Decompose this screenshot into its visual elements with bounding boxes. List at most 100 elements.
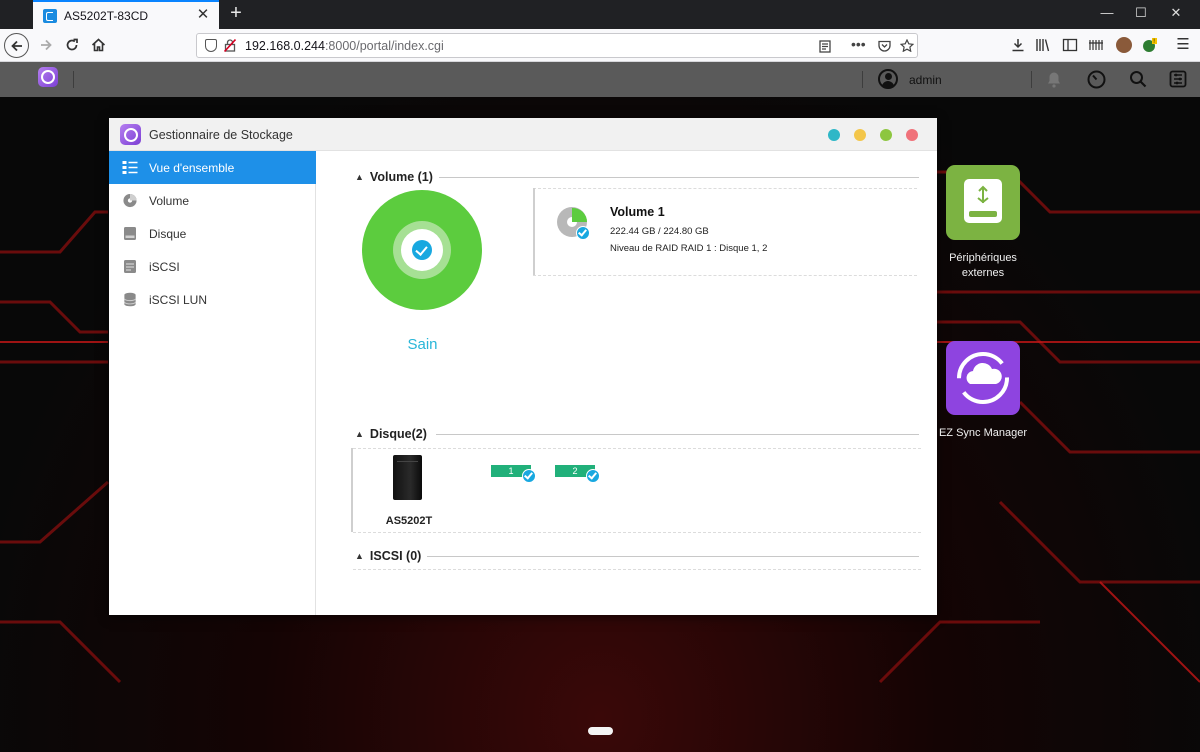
volume-name: Volume 1 (610, 205, 665, 219)
nas-device-icon (393, 455, 422, 500)
app-launcher-button[interactable] (38, 67, 58, 87)
url-path: :8000/portal/index.cgi (324, 38, 444, 53)
minimize-button[interactable] (854, 129, 866, 141)
section-divider (427, 556, 919, 557)
minimize-window-button[interactable]: — (1097, 5, 1117, 20)
divider (73, 71, 74, 88)
bell-icon (1048, 72, 1060, 88)
username-label[interactable]: admin (909, 73, 942, 87)
browser-tab-bar: AS5202T-83CD ✕ + — ☐ ✕ (0, 0, 1200, 29)
bookmark-star-icon[interactable] (900, 39, 914, 52)
forward-button[interactable] (34, 33, 58, 57)
card-border (533, 275, 917, 276)
tab-title: AS5202T-83CD (64, 8, 149, 23)
disk-slot-1[interactable]: 1 (491, 465, 536, 483)
storage-sidebar: Vue d'ensemble Volume Disque iSCSI iSCSI… (109, 151, 316, 615)
sidebar-item-iscsi[interactable]: iSCSI (109, 250, 316, 283)
section-title: Volume (1) (369, 170, 433, 184)
volume-card[interactable]: Volume 1 222.44 GB / 224.80 GB Niveau de… (533, 188, 917, 275)
volume-section-header[interactable]: ▲ Volume (1) (355, 170, 433, 184)
url-host: 192.168.0.244 (245, 38, 325, 53)
downloads-icon[interactable] (1010, 37, 1026, 53)
overview-icon (122, 161, 138, 174)
volume-health-chart (362, 190, 482, 310)
browser-toolbar: 192.168.0.244:8000/portal/index.cgi ••• … (0, 29, 1200, 62)
ez-sync-manager-app[interactable] (946, 341, 1020, 415)
profile-avatar-icon[interactable] (1116, 37, 1132, 53)
extension-alert-icon[interactable]: ! (1142, 37, 1158, 53)
menu-hamburger-icon[interactable]: ☰ (1175, 37, 1191, 53)
disk-ok-check-icon (586, 469, 600, 483)
window-title: Gestionnaire de Stockage (149, 128, 293, 142)
volume-icon (123, 193, 137, 208)
user-account-icon[interactable] (878, 69, 898, 89)
extension-grid-icon[interactable] (1088, 37, 1104, 53)
browser-tab[interactable]: AS5202T-83CD ✕ (33, 0, 219, 29)
page-actions-icon[interactable]: ••• (851, 36, 866, 52)
ez-sync-manager-label[interactable]: EZ Sync Manager (928, 426, 1038, 441)
dock-handle[interactable] (588, 727, 613, 735)
sidebar-item-iscsi-lun[interactable]: iSCSI LUN (109, 283, 316, 316)
iscsi-section-header[interactable]: ▲ ISCSI (0) (355, 549, 421, 563)
gauge-icon (1087, 70, 1105, 88)
new-tab-button[interactable]: + (226, 3, 246, 23)
forward-arrow-icon (41, 39, 52, 51)
address-bar[interactable]: 192.168.0.244:8000/portal/index.cgi ••• (196, 33, 918, 58)
section-title: Disque(2) (369, 427, 427, 441)
storage-manager-window: Gestionnaire de Stockage Vue d'ensemble … (109, 118, 937, 615)
iscsi-icon (124, 260, 136, 273)
health-status-label: Sain (407, 336, 438, 353)
sliders-icon (1169, 70, 1187, 88)
activity-monitor-button[interactable] (1085, 68, 1107, 90)
search-icon (1130, 71, 1147, 88)
sidebar-item-disk[interactable]: Disque (109, 217, 316, 250)
maximize-window-button[interactable]: ☐ (1131, 5, 1151, 21)
search-button[interactable] (1127, 68, 1149, 90)
window-titlebar[interactable]: Gestionnaire de Stockage (109, 118, 937, 151)
cloud-sync-icon (957, 352, 1009, 404)
pocket-icon[interactable] (878, 40, 891, 52)
home-icon (91, 38, 105, 52)
disk-section-header[interactable]: ▲ Disque(2) (355, 427, 427, 441)
settings-panel-button[interactable] (1167, 68, 1189, 90)
divider (862, 71, 863, 88)
adm-top-bar: admin (0, 62, 1200, 97)
library-icon[interactable] (1035, 37, 1051, 53)
external-drive-icon (964, 179, 1002, 223)
disk-slot-number: 2 (572, 466, 578, 476)
close-button[interactable] (906, 129, 918, 141)
external-devices-app[interactable] (946, 165, 1020, 240)
section-title: ISCSI (0) (369, 549, 422, 563)
volume-size: 222.44 GB / 224.80 GB (610, 226, 709, 237)
insecure-lock-icon[interactable] (224, 39, 236, 52)
collapse-caret-icon: ▲ (355, 551, 364, 561)
sidebar-item-label: iSCSI LUN (149, 292, 208, 307)
disk-panel: AS5202T 1 2 (351, 448, 921, 532)
storage-manager-logo-icon (120, 124, 141, 145)
sidebar-item-label: Vue d'ensemble (149, 160, 235, 175)
back-button[interactable] (4, 33, 29, 58)
help-button[interactable] (828, 129, 840, 141)
sidebar-toggle-icon[interactable] (1062, 37, 1078, 53)
collapse-caret-icon: ▲ (355, 172, 364, 182)
sidebar-item-volume[interactable]: Volume (109, 184, 316, 217)
notifications-button[interactable] (1043, 68, 1065, 90)
reload-icon (66, 38, 78, 51)
reader-view-icon[interactable] (819, 40, 831, 53)
tab-close-icon[interactable]: ✕ (195, 7, 211, 23)
sidebar-item-overview[interactable]: Vue d'ensemble (109, 151, 316, 184)
home-button[interactable] (86, 33, 110, 57)
close-window-button[interactable]: ✕ (1166, 5, 1186, 21)
tracking-protection-icon[interactable] (205, 39, 217, 52)
globe-icon: ! (1143, 38, 1157, 52)
sidebar-item-label: iSCSI (149, 259, 180, 274)
disk-slot-2[interactable]: 2 (555, 465, 600, 483)
health-ring (393, 221, 451, 279)
volume-usage-icon (557, 207, 590, 240)
reload-button[interactable] (60, 33, 84, 57)
collapse-caret-icon: ▲ (355, 429, 364, 439)
volume-raid-level: Niveau de RAID RAID 1 : Disque 1, 2 (610, 243, 768, 254)
maximize-button[interactable] (880, 129, 892, 141)
volume-usage-wedge (572, 208, 587, 222)
external-devices-label[interactable]: Périphériques externes (928, 251, 1038, 281)
